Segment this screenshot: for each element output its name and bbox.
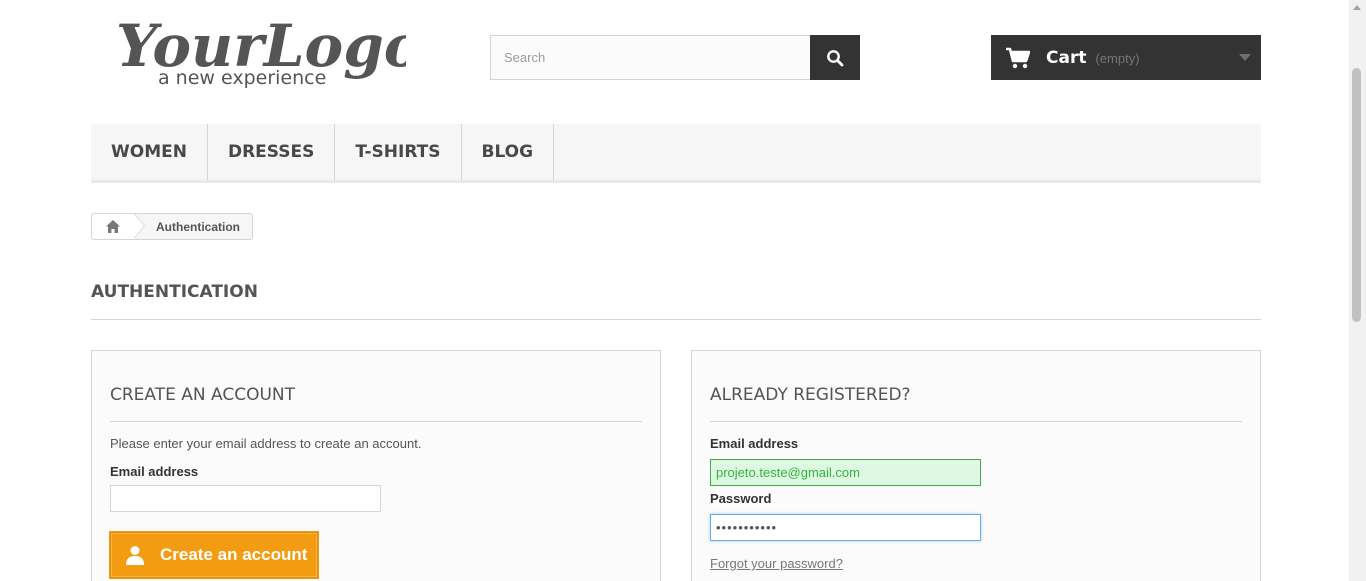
scroll-up-icon[interactable] (1353, 5, 1361, 10)
breadcrumb-current: Authentication (156, 219, 240, 234)
search-icon (827, 49, 844, 66)
login-form: Already registered? Email address Passwo… (691, 350, 1261, 581)
create-account-button-label: Create an account (160, 545, 308, 564)
search-input[interactable] (490, 35, 810, 80)
search-button[interactable] (810, 35, 860, 80)
forgot-password-link[interactable]: Forgot your password? (710, 556, 843, 571)
login-title: Already registered? (710, 385, 1242, 422)
login-email-field[interactable] (710, 459, 981, 486)
password-field[interactable] (710, 514, 981, 541)
create-account-description: Please enter your email address to creat… (110, 436, 422, 451)
cart-icon (1006, 47, 1030, 68)
home-icon (106, 220, 120, 233)
logo-tagline: a new experience (158, 67, 326, 89)
password-label: Password (710, 491, 772, 506)
page-scrollbar[interactable] (1349, 0, 1366, 581)
menu-item-women[interactable]: Women (91, 124, 208, 180)
breadcrumb-home-link[interactable] (92, 213, 145, 239)
login-email-label: Email address (710, 436, 799, 451)
cart-button[interactable]: Cart (empty) (991, 35, 1261, 80)
create-email-label: Email address (110, 464, 199, 479)
create-account-title: Create an account (110, 385, 642, 422)
search-bar (490, 35, 860, 80)
menu-item-tshirts[interactable]: T-shirts (335, 124, 462, 180)
caret-down-icon[interactable] (1239, 54, 1251, 61)
breadcrumb-separator-fill (134, 214, 144, 238)
create-account-form: Create an account Please enter your emai… (91, 350, 661, 581)
user-icon (126, 546, 144, 565)
create-email-field[interactable] (110, 485, 381, 512)
scrollbar-thumb[interactable] (1352, 68, 1361, 322)
page-title: Authentication (91, 280, 1261, 320)
menu-item-blog[interactable]: Blog (462, 124, 555, 180)
create-account-button[interactable]: Create an account (109, 531, 319, 579)
main-menu: Women Dresses T-shirts Blog (91, 124, 1261, 183)
breadcrumb: Authentication (91, 213, 253, 240)
menu-item-dresses[interactable]: Dresses (208, 124, 336, 180)
site-logo[interactable]: YourLogo a new experience (116, 8, 406, 92)
cart-status: (empty) (1095, 51, 1140, 66)
cart-title: Cart (1046, 47, 1087, 68)
